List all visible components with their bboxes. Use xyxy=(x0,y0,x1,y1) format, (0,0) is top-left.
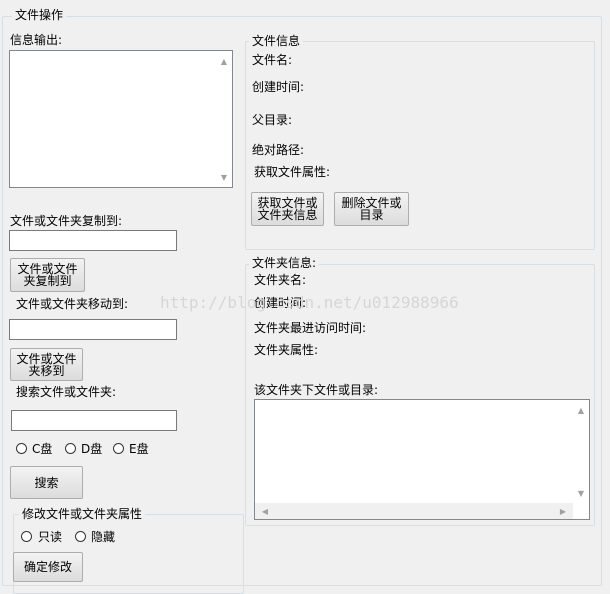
move-to-input[interactable] xyxy=(9,319,177,340)
abs-path-label: 绝对路径: xyxy=(252,143,305,157)
file-name-label: 文件名: xyxy=(252,53,293,67)
attributes-legend: 修改文件或文件夹属性 xyxy=(19,507,146,521)
drive-c-label: C盘 xyxy=(32,442,53,456)
drive-c-radio[interactable] xyxy=(16,443,27,454)
hidden-label: 隐藏 xyxy=(91,530,116,544)
file-operations-legend: 文件操作 xyxy=(12,8,67,22)
folder-contents-vscrollbar[interactable]: ▲ ▼ xyxy=(573,400,589,503)
folder-contents-label: 该文件夹下文件或目录: xyxy=(254,383,379,397)
delete-button[interactable]: 删除文件或 目录 xyxy=(334,192,409,226)
readonly-label: 只读 xyxy=(38,530,63,544)
scroll-right-icon[interactable]: ▶ xyxy=(555,503,571,519)
scroll-down-icon[interactable]: ▼ xyxy=(216,169,232,185)
folder-attr-label: 文件夹属性: xyxy=(254,343,319,357)
scroll-up-icon[interactable]: ▲ xyxy=(216,53,232,69)
drive-e-label: E盘 xyxy=(129,442,149,456)
drive-d-radio[interactable] xyxy=(65,443,76,454)
drive-e-radio[interactable] xyxy=(113,443,124,454)
scroll-up-icon[interactable]: ▲ xyxy=(573,402,589,418)
folder-name-label: 文件夹名: xyxy=(254,273,307,287)
copy-to-input[interactable] xyxy=(9,230,177,251)
file-attr-label: 获取文件属性: xyxy=(254,165,331,179)
folder-info-legend: 文件夹信息: xyxy=(249,256,320,270)
folder-last-access-label: 文件夹最进访问时间: xyxy=(254,321,367,335)
move-button[interactable]: 文件或文件 夹移到 xyxy=(10,348,83,381)
drive-d-label: D盘 xyxy=(81,442,103,456)
info-output-label: 信息输出: xyxy=(10,33,63,47)
file-created-label: 创建时间: xyxy=(252,80,305,94)
info-output-scrollbar[interactable]: ▲ ▼ xyxy=(216,51,232,187)
get-info-button[interactable]: 获取文件或 文件夹信息 xyxy=(251,192,324,226)
file-info-legend: 文件信息 xyxy=(249,34,304,48)
readonly-radio[interactable] xyxy=(21,531,32,542)
hidden-radio[interactable] xyxy=(75,531,86,542)
parent-dir-label: 父目录: xyxy=(252,113,293,127)
folder-contents-textarea[interactable]: ▲ ▼ ◀ ▶ xyxy=(254,399,590,520)
search-button[interactable]: 搜索 xyxy=(10,466,83,499)
folder-contents-hscrollbar[interactable]: ◀ ▶ xyxy=(255,503,573,519)
copy-to-label: 文件或文件夹复制到: xyxy=(10,214,123,228)
search-label: 搜索文件或文件夹: xyxy=(16,385,117,399)
search-input[interactable] xyxy=(11,410,177,431)
info-output-textarea[interactable]: ▲ ▼ xyxy=(9,50,233,188)
confirm-modify-button[interactable]: 确定修改 xyxy=(13,552,83,582)
scroll-down-icon[interactable]: ▼ xyxy=(573,485,589,501)
scroll-left-icon[interactable]: ◀ xyxy=(257,503,273,519)
watermark-text: http://blog.csdn.net/u012988966 xyxy=(160,293,459,312)
copy-button[interactable]: 文件或文件 夹复制到 xyxy=(10,258,85,292)
move-to-label: 文件或文件夹移动到: xyxy=(16,297,129,311)
